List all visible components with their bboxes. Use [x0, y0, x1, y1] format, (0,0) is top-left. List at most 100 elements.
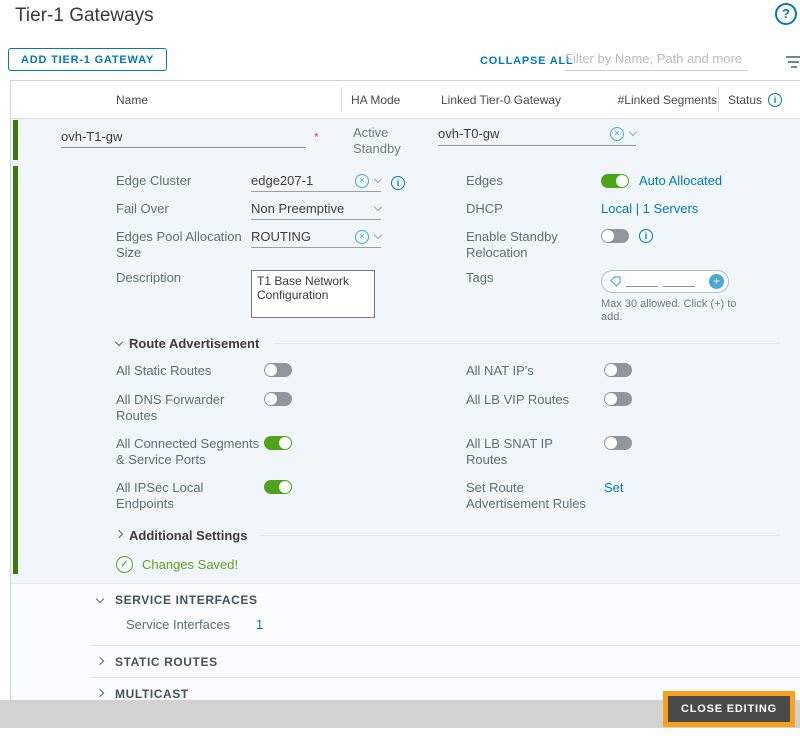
- description-textarea[interactable]: T1 Base Network Configuration: [251, 270, 375, 318]
- set-route-advertisement-rules-label: Set Route Advertisement Rules: [466, 480, 594, 512]
- toggle-row: All IPSec Local Endpoints Set Route Adve…: [11, 480, 800, 512]
- service-interfaces-row: Service Interfaces 1: [11, 615, 800, 645]
- add-tier1-gateway-button[interactable]: ADD TIER-1 GATEWAY: [8, 48, 167, 71]
- column-header-linked-t0[interactable]: Linked Tier-0 Gateway: [441, 93, 561, 107]
- status-info-icon[interactable]: i: [768, 93, 782, 107]
- auto-allocated-link[interactable]: Auto Allocated: [639, 173, 722, 188]
- tags-input[interactable]: +: [601, 270, 729, 293]
- service-interfaces-section-header[interactable]: SERVICE INTERFACES: [11, 584, 800, 615]
- chevron-down-icon[interactable]: [374, 175, 382, 183]
- form-row: Edge Cluster edge207-1 ✕ i Edges Auto Al…: [11, 163, 800, 192]
- gateway-row: * Active Standby ovh-T0-gw ✕: [11, 119, 800, 163]
- chevron-right-icon[interactable]: [96, 656, 104, 664]
- selected-row-indicator: [13, 120, 18, 160]
- column-divider: [718, 87, 719, 112]
- clear-selection-icon[interactable]: ✕: [355, 230, 369, 244]
- all-nat-ips-label: All NAT IP's: [466, 363, 594, 379]
- edge-cluster-dropdown[interactable]: edge207-1 ✕: [251, 173, 381, 192]
- column-header-name[interactable]: Name: [116, 93, 148, 107]
- add-tag-icon[interactable]: +: [709, 274, 724, 289]
- column-header-status[interactable]: Status i: [728, 93, 782, 107]
- edges-pool-value: ROUTING: [251, 229, 355, 244]
- standby-relocation-info-icon[interactable]: i: [639, 229, 653, 243]
- edge-cluster-value: edge207-1: [251, 173, 355, 188]
- section-rule: [261, 535, 780, 536]
- gateway-name-input[interactable]: [61, 127, 306, 148]
- standby-relocation-toggle[interactable]: [601, 229, 629, 243]
- toggle-row: All DNS Forwarder Routes All LB VIP Rout…: [11, 392, 800, 424]
- chevron-right-icon[interactable]: [115, 530, 123, 538]
- all-ipsec-local-endpoints-toggle[interactable]: [264, 480, 292, 494]
- filter-input[interactable]: [565, 48, 748, 70]
- route-advertisement-title: Route Advertisement: [129, 336, 259, 351]
- save-status: ✓ Changes Saved!: [11, 556, 800, 573]
- standby-relocation-label: Enable Standby Relocation: [466, 229, 576, 261]
- close-editing-highlight: CLOSE EDITING: [663, 691, 795, 727]
- all-connected-segments-toggle[interactable]: [264, 436, 292, 450]
- chevron-down-icon[interactable]: [96, 594, 104, 602]
- chevron-down-icon[interactable]: [374, 203, 382, 211]
- edges-pool-label: Edges Pool Allocation Size: [116, 229, 244, 261]
- set-rules-link[interactable]: Set: [604, 480, 800, 495]
- edges-pool-dropdown[interactable]: ROUTING ✕: [251, 229, 381, 248]
- dhcp-servers-link[interactable]: Local | 1 Servers: [601, 201, 800, 216]
- static-routes-section-header[interactable]: STATIC ROUTES: [11, 646, 800, 677]
- section-rule: [273, 343, 780, 344]
- clear-selection-icon[interactable]: ✕: [610, 127, 624, 141]
- selected-row-indicator: [13, 166, 18, 574]
- dhcp-label: DHCP: [466, 201, 601, 217]
- tags-label: Tags: [466, 270, 601, 286]
- tag-value-slot[interactable]: [663, 276, 695, 287]
- service-interfaces-count-link[interactable]: 1: [256, 617, 263, 633]
- additional-settings-header[interactable]: Additional Settings: [11, 528, 800, 543]
- chevron-down-icon[interactable]: [115, 338, 123, 346]
- all-nat-ips-toggle[interactable]: [604, 363, 632, 377]
- save-status-message: Changes Saved!: [142, 557, 238, 572]
- fail-over-value: Non Preemptive: [251, 201, 375, 216]
- column-header-ha-mode[interactable]: HA Mode: [351, 93, 400, 107]
- all-static-routes-toggle[interactable]: [264, 363, 292, 377]
- service-interfaces-title: SERVICE INTERFACES: [115, 593, 258, 607]
- linked-t0-dropdown[interactable]: ovh-T0-gw ✕: [438, 126, 636, 146]
- all-static-routes-label: All Static Routes: [116, 363, 261, 379]
- all-lb-vip-routes-toggle[interactable]: [604, 392, 632, 406]
- column-header-linked-segments[interactable]: #Linked Segments: [609, 93, 717, 107]
- tag-key-slot[interactable]: [626, 276, 658, 287]
- edges-label: Edges: [466, 173, 601, 189]
- all-lb-vip-routes-label: All LB VIP Routes: [466, 392, 594, 408]
- form-row: Edges Pool Allocation Size ROUTING ✕ Ena…: [11, 229, 800, 261]
- edge-cluster-info-icon[interactable]: i: [391, 176, 405, 190]
- route-advertisement-header[interactable]: Route Advertisement: [11, 336, 800, 351]
- chevron-down-icon[interactable]: [374, 231, 382, 239]
- linked-t0-value: ovh-T0-gw: [438, 126, 610, 141]
- page-title: Tier-1 Gateways: [15, 5, 154, 27]
- close-editing-button[interactable]: CLOSE EDITING: [668, 696, 790, 722]
- fail-over-dropdown[interactable]: Non Preemptive: [251, 201, 381, 220]
- gateways-table: Name HA Mode Linked Tier-0 Gateway #Link…: [10, 80, 800, 710]
- multicast-title: MULTICAST: [115, 687, 189, 701]
- description-label: Description: [116, 270, 251, 286]
- all-ipsec-local-endpoints-label: All IPSec Local Endpoints: [116, 480, 264, 512]
- status-header-label: Status: [728, 93, 762, 107]
- help-icon[interactable]: ?: [775, 3, 797, 25]
- tag-icon: [610, 276, 621, 287]
- service-interfaces-label: Service Interfaces: [126, 617, 256, 633]
- edge-cluster-label: Edge Cluster: [116, 173, 251, 189]
- table-header-row: Name HA Mode Linked Tier-0 Gateway #Link…: [11, 81, 800, 119]
- ha-mode-value: Active Standby: [353, 125, 423, 157]
- form-row: Fail Over Non Preemptive DHCP Local | 1 …: [11, 201, 800, 220]
- filter-funnel-icon[interactable]: [786, 56, 800, 71]
- edges-toggle[interactable]: [601, 174, 629, 188]
- column-divider: [341, 87, 342, 112]
- filter-input-wrap: [565, 48, 748, 71]
- all-dns-forwarder-routes-toggle[interactable]: [264, 392, 292, 406]
- gateway-edit-panel: Edge Cluster edge207-1 ✕ i Edges Auto Al…: [11, 163, 800, 583]
- chevron-down-icon[interactable]: [629, 128, 637, 136]
- clear-selection-icon[interactable]: ✕: [355, 174, 369, 188]
- collapse-all-link[interactable]: COLLAPSE ALL: [480, 55, 574, 67]
- additional-settings-title: Additional Settings: [129, 528, 247, 543]
- form-row: Description T1 Base Network Configuratio…: [11, 270, 800, 324]
- chevron-right-icon[interactable]: [96, 688, 104, 696]
- static-routes-title: STATIC ROUTES: [115, 655, 218, 669]
- all-lb-snat-ip-routes-toggle[interactable]: [604, 436, 632, 450]
